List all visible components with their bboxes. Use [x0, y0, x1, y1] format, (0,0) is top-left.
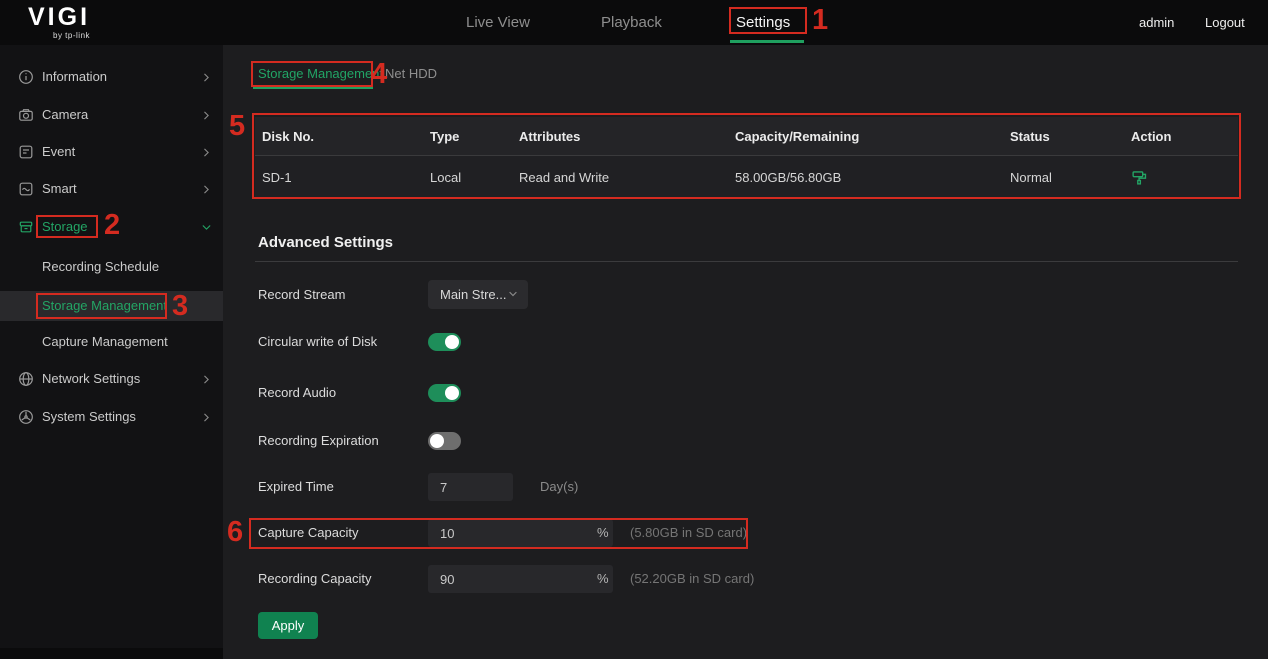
top-bar: VIGI by tp-link Live View Playback Setti…: [0, 0, 1268, 45]
sidebar-item-storage[interactable]: Storage: [0, 212, 223, 242]
sidebar-item-label: Event: [42, 137, 75, 167]
record-audio-row: Record Audio: [223, 378, 1268, 408]
vigi-settings-screen: VIGI by tp-link Live View Playback Setti…: [0, 0, 1268, 659]
cell-attributes: Read and Write: [519, 170, 735, 185]
recording-expiration-toggle[interactable]: [428, 432, 461, 450]
chevron-down-icon: [507, 288, 519, 300]
chevron-right-icon: [200, 183, 213, 196]
sidebar-item-recording-schedule[interactable]: Recording Schedule: [0, 252, 223, 282]
circular-write-label: Circular write of Disk: [258, 327, 377, 357]
col-attributes: Attributes: [519, 129, 735, 144]
info-icon: [18, 69, 34, 85]
sidebar-item-event[interactable]: Event: [0, 137, 223, 167]
expired-time-suffix: Day(s): [540, 472, 578, 502]
recording-expiration-label: Recording Expiration: [258, 426, 379, 456]
user-name[interactable]: admin: [1139, 0, 1174, 45]
capture-capacity-unit: %: [597, 518, 609, 548]
expired-time-input[interactable]: [428, 473, 513, 501]
col-action: Action: [1131, 129, 1238, 144]
sidebar-item-label: Capture Management: [42, 327, 168, 357]
nav-playback[interactable]: Playback: [601, 0, 662, 45]
record-audio-label: Record Audio: [258, 378, 336, 408]
chevron-right-icon: [200, 373, 213, 386]
sidebar-item-label: Storage Management: [42, 291, 167, 321]
sidebar-item-label: Camera: [42, 100, 88, 130]
cell-type: Local: [430, 170, 519, 185]
tab-storage-management[interactable]: Storage Management: [258, 66, 383, 81]
nav-live-view[interactable]: Live View: [466, 0, 530, 45]
col-type: Type: [430, 129, 519, 144]
sidebar-item-label: Recording Schedule: [42, 252, 159, 282]
cell-status: Normal: [1010, 170, 1131, 185]
advanced-settings-title: Advanced Settings: [258, 234, 393, 251]
sidebar-item-label: System Settings: [42, 402, 136, 432]
chevron-right-icon: [200, 71, 213, 84]
chevron-right-icon: [200, 146, 213, 159]
expired-time-label: Expired Time: [258, 472, 334, 502]
event-icon: [18, 144, 34, 160]
logo-text: VIGI: [28, 5, 90, 30]
disk-table: Disk No. Type Attributes Capacity/Remain…: [255, 117, 1238, 198]
disk-table-header: Disk No. Type Attributes Capacity/Remain…: [255, 117, 1238, 155]
storage-icon: [18, 219, 34, 235]
cell-capacity: 58.00GB/56.80GB: [735, 170, 1010, 185]
expired-time-row: Expired Time Day(s): [223, 472, 1268, 502]
format-roller-icon[interactable]: [1131, 169, 1238, 186]
sidebar-item-network-settings[interactable]: Network Settings: [0, 364, 223, 394]
tab-net-hdd[interactable]: Net HDD: [385, 66, 437, 81]
toggle-knob: [430, 434, 444, 448]
record-stream-row: Record Stream Main Stre...: [223, 280, 1268, 310]
col-capacity: Capacity/Remaining: [735, 129, 1010, 144]
section-divider: [255, 261, 1238, 262]
record-stream-select[interactable]: Main Stre...: [428, 280, 528, 309]
tab-active-underline: [253, 87, 373, 89]
recording-capacity-input[interactable]: [428, 565, 613, 593]
nav-active-underline: [730, 40, 804, 43]
record-audio-toggle[interactable]: [428, 384, 461, 402]
smart-icon: [18, 181, 34, 197]
record-stream-value: Main Stre...: [440, 287, 506, 302]
logout-link[interactable]: Logout: [1205, 0, 1245, 45]
camera-icon: [18, 107, 34, 123]
chevron-right-icon: [200, 411, 213, 424]
recording-capacity-row: Recording Capacity % (52.20GB in SD card…: [223, 564, 1268, 594]
recording-capacity-unit: %: [597, 564, 609, 594]
cell-disk-no: SD-1: [262, 170, 430, 185]
sidebar-item-label: Information: [42, 62, 107, 92]
table-row: SD-1 Local Read and Write 58.00GB/56.80G…: [255, 155, 1238, 198]
main-content: Storage Management Net HDD Disk No. Type…: [223, 45, 1268, 659]
sidebar-item-capture-management[interactable]: Capture Management: [0, 327, 223, 357]
col-status: Status: [1010, 129, 1131, 144]
chevron-down-icon: [200, 221, 213, 234]
chevron-right-icon: [200, 109, 213, 122]
recording-capacity-note: (52.20GB in SD card): [630, 564, 754, 594]
capture-capacity-row: Capture Capacity % (5.80GB in SD card): [223, 518, 1268, 548]
sidebar: Information Camera: [0, 45, 223, 648]
sidebar-item-camera[interactable]: Camera: [0, 100, 223, 130]
toggle-knob: [445, 335, 459, 349]
capture-capacity-input[interactable]: [428, 519, 613, 547]
sidebar-item-system-settings[interactable]: System Settings: [0, 402, 223, 432]
sidebar-item-storage-management[interactable]: Storage Management: [0, 291, 223, 321]
capture-capacity-note: (5.80GB in SD card): [630, 518, 747, 548]
sidebar-item-smart[interactable]: Smart: [0, 174, 223, 204]
circular-write-toggle[interactable]: [428, 333, 461, 351]
logo-tagline: by tp-link: [28, 31, 90, 40]
vigi-logo[interactable]: VIGI by tp-link: [28, 5, 90, 40]
toggle-knob: [445, 386, 459, 400]
sidebar-item-label: Smart: [42, 174, 77, 204]
col-disk-no: Disk No.: [262, 129, 430, 144]
sidebar-item-label: Storage: [42, 212, 88, 242]
recording-expiration-row: Recording Expiration: [223, 426, 1268, 456]
recording-capacity-label: Recording Capacity: [258, 564, 371, 594]
sidebar-item-label: Network Settings: [42, 364, 140, 394]
system-gear-icon: [18, 409, 34, 425]
sidebar-item-information[interactable]: Information: [0, 62, 223, 92]
record-stream-label: Record Stream: [258, 280, 345, 310]
capture-capacity-label: Capture Capacity: [258, 518, 358, 548]
globe-icon: [18, 371, 34, 387]
circular-write-row: Circular write of Disk: [223, 327, 1268, 357]
nav-settings[interactable]: Settings: [736, 0, 790, 45]
apply-button[interactable]: Apply: [258, 612, 318, 639]
